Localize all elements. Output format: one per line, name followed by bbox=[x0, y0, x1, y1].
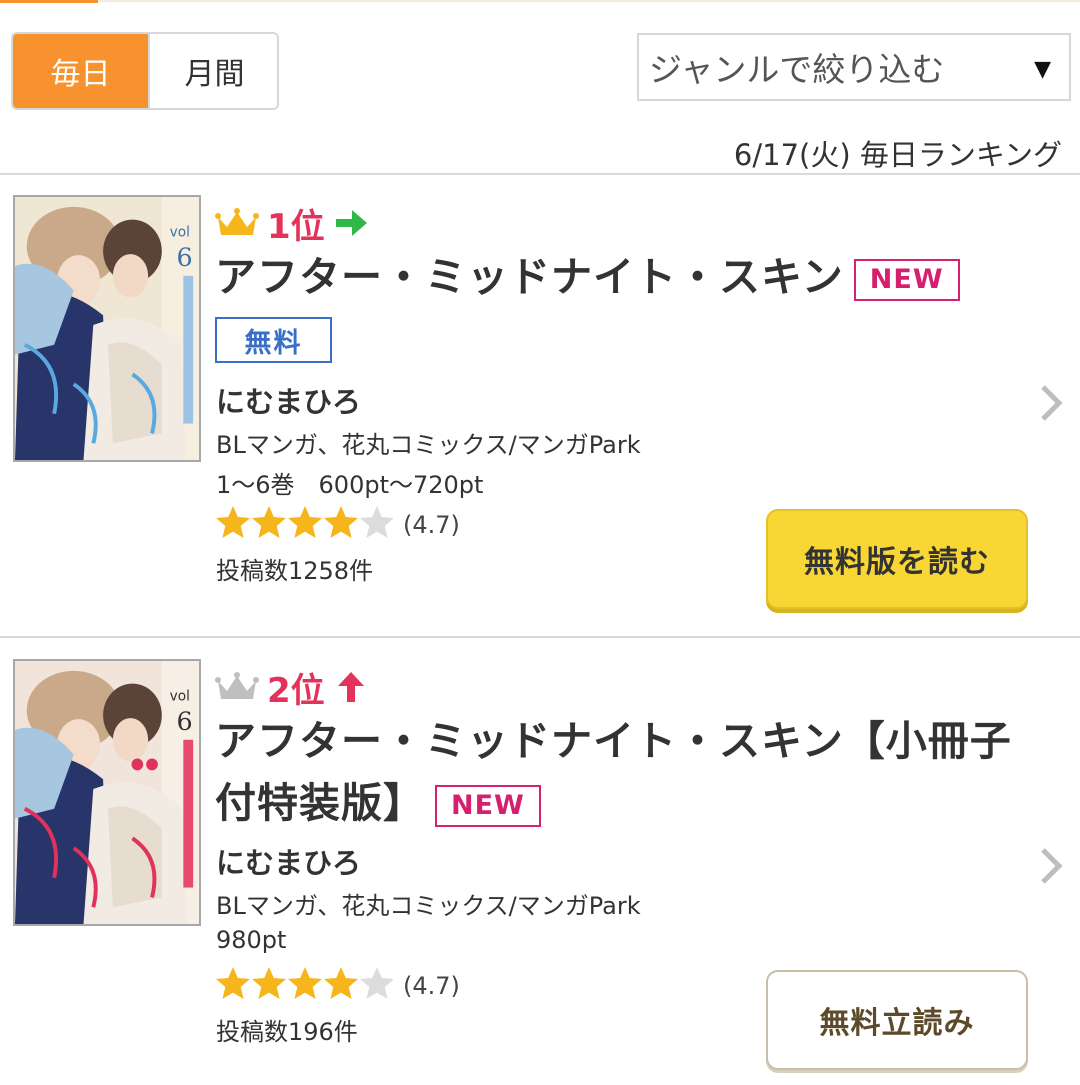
rating-row: (4.7) bbox=[215, 966, 460, 1006]
price-label: 1〜6巻 600pt〜720pt bbox=[216, 471, 484, 499]
rank-row: 1位 bbox=[215, 199, 369, 247]
dropdown-arrow-icon: ▼ bbox=[1034, 57, 1051, 82]
svg-text:6: 6 bbox=[176, 707, 192, 737]
review-count[interactable]: 投稿数196件 bbox=[216, 1012, 358, 1047]
genre-filter-select[interactable]: ジャンルで絞り込む ▼ bbox=[637, 33, 1071, 101]
arrow-right-icon bbox=[335, 210, 367, 236]
svg-text:6: 6 bbox=[176, 243, 192, 273]
svg-text:vol: vol bbox=[170, 224, 190, 240]
genre-label: BLマンガ、花丸コミックス/マンガPark bbox=[216, 892, 641, 920]
arrow-up-icon bbox=[337, 672, 364, 702]
divider bbox=[0, 173, 1080, 175]
book-title[interactable]: アフター・ミッドナイト・スキン NEW bbox=[215, 246, 1035, 308]
star-rating-icon bbox=[215, 965, 397, 1007]
crown-gold-icon bbox=[215, 208, 259, 235]
ranking-date: 6/17(火) 毎日ランキング bbox=[733, 138, 1062, 172]
rank-row: 2位 bbox=[215, 663, 369, 711]
new-badge: NEW bbox=[853, 259, 960, 301]
review-count[interactable]: 投稿数1258件 bbox=[216, 551, 373, 586]
book-title[interactable]: アフター・ミッドナイト・スキン【小冊子付特装版】 NEW bbox=[215, 710, 1035, 834]
rank-number: 1位 bbox=[267, 206, 325, 247]
new-badge: NEW bbox=[435, 785, 541, 827]
book-title-text: アフター・ミッドナイト・スキン bbox=[215, 253, 844, 301]
crown-silver-icon bbox=[215, 672, 259, 699]
free-preview-button[interactable]: 無料立読み bbox=[766, 970, 1028, 1070]
rating-value: (4.7) bbox=[403, 972, 460, 1000]
divider bbox=[0, 636, 1080, 638]
genre-label: BLマンガ、花丸コミックス/マンガPark bbox=[216, 431, 641, 459]
chevron-right-icon[interactable] bbox=[1037, 383, 1065, 423]
period-tabs: 毎日 月間 bbox=[11, 32, 279, 110]
star-rating-icon bbox=[215, 504, 397, 546]
tab-daily[interactable]: 毎日 bbox=[13, 34, 148, 108]
top-border bbox=[98, 0, 1080, 2]
chevron-right-icon[interactable] bbox=[1037, 846, 1065, 886]
svg-text:vol: vol bbox=[170, 688, 190, 704]
tab-monthly[interactable]: 月間 bbox=[148, 34, 277, 108]
free-badge: 無料 bbox=[215, 317, 332, 363]
book-cover[interactable]: vol 6 bbox=[13, 195, 201, 462]
rank-number: 2位 bbox=[267, 670, 325, 711]
rating-row: (4.7) bbox=[215, 505, 460, 545]
genre-filter-label: ジャンルで絞り込む bbox=[649, 50, 945, 89]
read-free-button[interactable]: 無料版を読む bbox=[766, 509, 1028, 609]
price-label: 980pt bbox=[216, 926, 287, 954]
rating-value: (4.7) bbox=[403, 511, 460, 539]
book-cover[interactable]: vol 6 bbox=[13, 659, 201, 926]
author-name[interactable]: にむまひろ bbox=[216, 379, 361, 421]
author-name[interactable]: にむまひろ bbox=[216, 840, 361, 882]
active-tab-indicator bbox=[0, 0, 98, 3]
book-title-text: アフター・ミッドナイト・スキン【小冊子付特装版】 bbox=[215, 717, 1012, 827]
